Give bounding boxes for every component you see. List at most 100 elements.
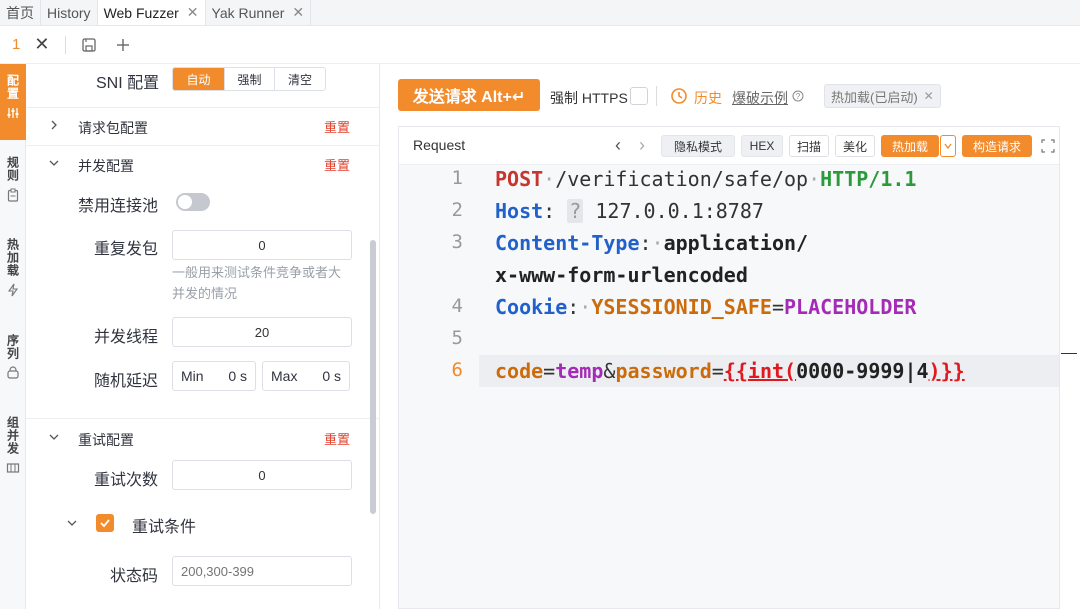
line-number: 1 [451, 167, 463, 189]
config-panel: SNI 配置 自动 强制 清空 请求包配置 重置 并发配置 重置 禁用连接池 重… [26, 64, 380, 609]
chevron-right-icon[interactable] [48, 119, 60, 131]
sni-option-clear[interactable]: 清空 [275, 68, 325, 90]
top-tab-bar: 首页 History Web Fuzzer ✕ Yak Runner ✕ [0, 0, 1080, 26]
tab-home[interactable]: 首页 [0, 0, 41, 25]
line-number: 6 [451, 359, 463, 381]
close-icon[interactable]: ✕ [34, 34, 49, 55]
send-request-button[interactable]: 发送请求 Alt+↵ [398, 79, 540, 111]
chevron-right-icon[interactable]: › [639, 135, 645, 156]
chevron-down-icon[interactable] [66, 517, 78, 529]
hex-button[interactable]: HEX [741, 135, 783, 157]
hotload-tag: 热加载(已启动) ✕ [824, 84, 941, 108]
cookie-value: PLACEHOLDER [784, 295, 917, 319]
retry-reset-button[interactable]: 重置 [324, 429, 350, 448]
help-icon[interactable]: ? [567, 199, 584, 223]
fuzzer-subtab-bar: 1 ✕ [0, 26, 1080, 64]
scan-button[interactable]: 扫描 [789, 135, 829, 157]
side-tab-label: 序列 [5, 334, 20, 360]
save-icon[interactable] [78, 34, 100, 56]
sni-option-force[interactable]: 强制 [225, 68, 275, 90]
tab-yak-runner[interactable]: Yak Runner ✕ [206, 0, 312, 25]
help-icon[interactable]: ? [792, 90, 804, 102]
request-pkg-reset-button[interactable]: 重置 [324, 117, 350, 136]
threads-input[interactable]: 20 [172, 317, 352, 347]
divider [26, 145, 379, 146]
chevron-down-icon [944, 143, 952, 150]
hotload-button[interactable]: 热加载 [881, 135, 939, 157]
history-button[interactable]: 历史 [694, 88, 722, 108]
concurrency-title[interactable]: 并发配置 [78, 156, 134, 176]
config-scrollbar[interactable] [370, 240, 376, 514]
force-https-label: 强制 HTTPS [550, 90, 628, 106]
delay-max-label: Max [271, 368, 298, 384]
code-line: POST·/verification/safe/op·HTTP/1.1 [495, 167, 917, 191]
side-tab-config[interactable]: 配置 [0, 64, 26, 140]
close-icon[interactable]: ✕ [924, 89, 934, 103]
header-value: application/ [663, 231, 809, 255]
status-code-label: 状态码 [110, 568, 159, 585]
close-icon[interactable]: ✕ [292, 4, 304, 21]
force-https-checkbox[interactable] [630, 87, 648, 105]
side-tab-rules[interactable]: 规则 [0, 156, 26, 226]
sni-label: SNI 配置 [96, 75, 160, 92]
tab-history[interactable]: History [41, 0, 98, 25]
repeat-label: 重复发包 [94, 241, 159, 258]
tab-web-fuzzer[interactable]: Web Fuzzer ✕ [97, 0, 206, 25]
chevron-down-icon[interactable] [48, 431, 60, 443]
construct-request-button[interactable]: 构造请求 [962, 135, 1032, 157]
svg-text:?: ? [796, 92, 801, 101]
brute-example-link[interactable]: 爆破示例 [732, 88, 788, 108]
retry-title[interactable]: 重试配置 [78, 430, 134, 450]
lightning-icon [7, 283, 19, 297]
delay-max-input[interactable]: Max 0 s [262, 361, 350, 391]
request-pkg-title[interactable]: 请求包配置 [78, 118, 148, 138]
chevron-down-icon[interactable] [48, 157, 60, 169]
side-tab-group-concurrency[interactable]: 组并发 [0, 416, 26, 488]
code-line: Host: ? 127.0.0.1:8787 [495, 199, 764, 223]
request-area: 发送请求 Alt+↵ 强制 HTTPS 历史 爆破示例 ? 热加载(已启动) ✕ … [380, 64, 1080, 609]
line-number: 2 [451, 199, 463, 221]
tab-label: Web Fuzzer [103, 4, 179, 21]
concurrency-reset-button[interactable]: 重置 [324, 155, 350, 174]
side-tab-label: 规则 [5, 156, 20, 182]
status-code-input[interactable] [172, 556, 352, 586]
retry-times-input[interactable]: 0 [172, 460, 352, 490]
code-line: Cookie:·YSESSIONID_SAFE=PLACEHOLDER [495, 295, 917, 319]
clock-icon[interactable] [670, 87, 688, 105]
code-area[interactable]: 1 POST·/verification/safe/op·HTTP/1.1 2 … [399, 165, 1077, 608]
tab-label: Yak Runner [211, 4, 285, 21]
line-number: 5 [451, 327, 463, 349]
side-tab-sequence[interactable]: 序列 [0, 334, 26, 394]
beautify-button[interactable]: 美化 [835, 135, 875, 157]
close-icon[interactable]: ✕ [187, 4, 199, 21]
subtab-1[interactable]: 1 [12, 36, 20, 53]
clipboard-icon [7, 188, 19, 202]
http-protocol: HTTP/1.1 [820, 167, 917, 191]
repeat-hint: 一般用来测试条件竞争或者大并发的情况 [172, 265, 342, 301]
disable-pool-label: 禁用连接池 [78, 198, 159, 215]
tab-label: 首页 [6, 4, 34, 21]
retry-condition-checkbox[interactable] [96, 514, 114, 532]
plus-icon[interactable] [112, 34, 134, 56]
hotload-dropdown[interactable] [940, 135, 956, 157]
header-value-wrap: x-www-form-urlencoded [495, 263, 748, 287]
param-key: code [495, 359, 544, 383]
side-tab-hotload[interactable]: 热加载 [0, 238, 26, 318]
delay-min-input[interactable]: Min 0 s [172, 361, 256, 391]
param-value: temp [555, 359, 604, 383]
hotload-tag-label: 热加载(已启动) [831, 89, 918, 105]
privacy-mode-button[interactable]: 隐私模式 [661, 135, 735, 157]
side-tab-bar: 配置 规则 热加载 序列 组并发 [0, 64, 26, 609]
repeat-input[interactable]: 0 [172, 230, 352, 260]
side-tab-label: 组并发 [5, 416, 20, 455]
editor-title: Request [413, 137, 466, 153]
sni-option-auto[interactable]: 自动 [173, 68, 225, 90]
fuzz-tag-argument: 0000-9999|4 [796, 359, 929, 383]
fullscreen-icon[interactable] [1041, 139, 1055, 153]
disable-pool-toggle[interactable] [176, 193, 210, 211]
sni-segmented-control: 自动 强制 清空 [172, 67, 326, 91]
columns-icon [6, 463, 20, 473]
sliders-icon [7, 108, 19, 118]
chevron-left-icon[interactable]: ‹ [615, 135, 621, 156]
header-key: Cookie [495, 295, 568, 319]
